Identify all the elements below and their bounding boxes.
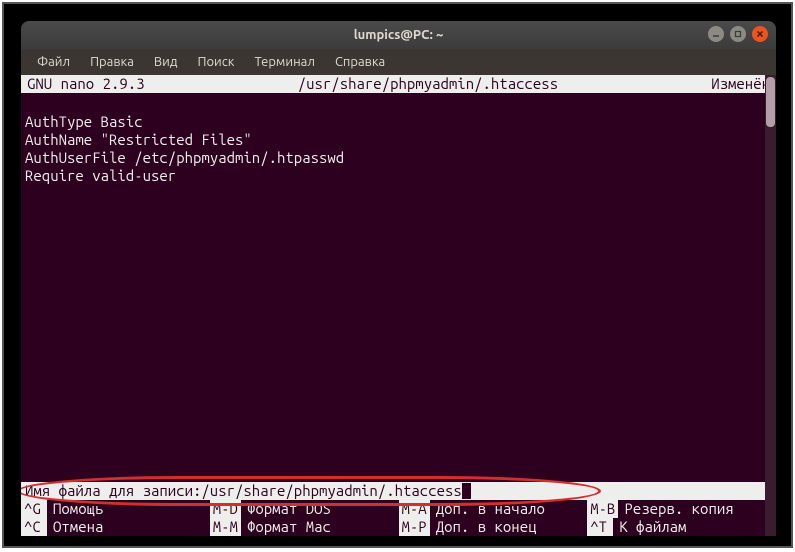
shortcut-backup[interactable]: M-BРезерв. копия [587, 500, 776, 518]
save-prompt[interactable]: Имя файла для записи: /usr/share/phpmyad… [21, 482, 776, 500]
terminal-window: lumpics@PC: ~ Файл Правка Вид Поиск Терм… [21, 21, 776, 536]
menu-view[interactable]: Вид [146, 53, 186, 71]
shortcut-append[interactable]: M-AДоп. в начало [399, 500, 588, 518]
scrollbar-track [765, 75, 776, 536]
shortcut-dos-format[interactable]: M-DФормат DOS [210, 500, 399, 518]
window-controls [708, 26, 768, 42]
window-title: lumpics@PC: ~ [354, 28, 444, 42]
scrollbar-thumb[interactable] [766, 77, 775, 127]
scrollbar[interactable] [765, 75, 776, 536]
menu-edit[interactable]: Правка [82, 53, 142, 71]
close-button[interactable] [752, 26, 768, 42]
shortcut-mac-format[interactable]: M-MФормат Mac [210, 518, 399, 536]
content-line: AuthUserFile /etc/phpmyadmin/.htpasswd [25, 149, 344, 166]
maximize-button[interactable] [730, 26, 746, 42]
nano-header: GNU nano 2.9.3 /usr/share/phpmyadmin/.ht… [21, 75, 776, 93]
content-line: Require valid-user [25, 167, 176, 184]
cursor [462, 483, 471, 499]
nano-version: GNU nano 2.9.3 [27, 75, 145, 93]
content-line: AuthName "Restricted Files" [25, 131, 252, 148]
prompt-value: /usr/share/phpmyadmin/.htaccess [201, 482, 461, 500]
menu-terminal[interactable]: Терминал [246, 53, 322, 71]
terminal-area[interactable]: GNU nano 2.9.3 /usr/share/phpmyadmin/.ht… [21, 75, 776, 536]
shortcut-bar: ^GПомощь M-DФормат DOS M-AДоп. в начало … [21, 500, 776, 536]
nano-status: Изменён [711, 75, 770, 93]
menu-help[interactable]: Справка [327, 53, 393, 71]
titlebar: lumpics@PC: ~ [21, 21, 776, 49]
content-line: AuthType Basic [25, 113, 143, 130]
prompt-label: Имя файла для записи: [25, 482, 201, 500]
nano-footer: Имя файла для записи: /usr/share/phpmyad… [21, 482, 776, 536]
shortcut-prepend[interactable]: M-PДоп. в конец [399, 518, 588, 536]
shortcut-help[interactable]: ^GПомощь [21, 500, 210, 518]
editor-content[interactable]: AuthType Basic AuthName "Restricted File… [21, 93, 776, 203]
shortcut-to-files[interactable]: ^TК файлам [587, 518, 776, 536]
menu-search[interactable]: Поиск [189, 53, 242, 71]
shortcut-cancel[interactable]: ^CОтмена [21, 518, 210, 536]
menu-file[interactable]: Файл [29, 53, 78, 71]
nano-filepath: /usr/share/phpmyadmin/.htaccess [145, 75, 712, 93]
minimize-button[interactable] [708, 26, 724, 42]
menubar: Файл Правка Вид Поиск Терминал Справка [21, 49, 776, 75]
